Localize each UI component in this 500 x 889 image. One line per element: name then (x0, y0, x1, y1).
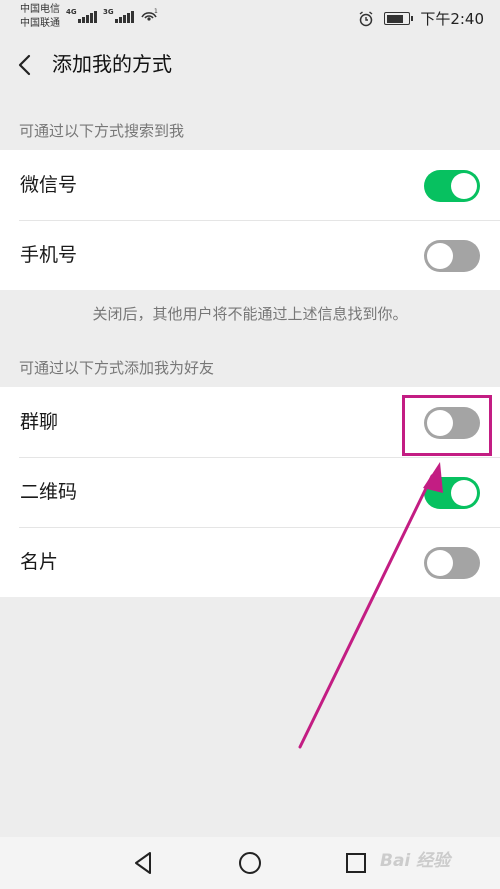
toggle-knob (427, 550, 453, 576)
phone-toggle[interactable] (424, 240, 480, 272)
highlight-box (402, 395, 492, 456)
home-circle-icon[interactable] (236, 849, 264, 877)
row-label: 微信号 (20, 174, 78, 196)
signal-group: 4G 3G 1 (66, 7, 158, 23)
toggle-knob (427, 243, 453, 269)
network-type-1: 4G (66, 8, 77, 16)
status-right: 下午2:40 (358, 8, 484, 29)
network-type-2: 3G (103, 8, 114, 16)
list-item-business-card: 名片 (0, 527, 500, 597)
wifi-badge: 1 (154, 8, 158, 15)
signal-icon: 3G (103, 8, 134, 23)
section-label-add: 可通过以下方式添加我为好友 (19, 359, 215, 377)
search-options-group: 微信号 手机号 (0, 150, 500, 290)
list-item-wechat-id: 微信号 (0, 150, 500, 220)
business-card-toggle[interactable] (424, 547, 480, 579)
carrier-1: 中国电信 (20, 4, 60, 15)
status-bar: 中国电信 中国联通 4G 3G 1 下午2:40 (0, 0, 500, 36)
carrier-2: 中国联通 (20, 18, 60, 29)
row-label: 二维码 (20, 481, 78, 503)
toggle-knob (451, 173, 477, 199)
qr-code-toggle[interactable] (424, 477, 480, 509)
toggle-knob (451, 480, 477, 506)
wechat-id-toggle[interactable] (424, 170, 480, 202)
wifi-icon: 1 (141, 8, 158, 21)
page-title: 添加我的方式 (52, 52, 172, 76)
carrier-names: 中国电信 中国联通 (20, 3, 60, 31)
watermark: Bai 经验 (380, 851, 451, 871)
chevron-left-icon[interactable] (14, 52, 36, 78)
list-item-phone: 手机号 (0, 220, 500, 290)
row-label: 手机号 (20, 244, 78, 266)
row-label: 名片 (20, 551, 59, 573)
battery-icon (384, 12, 414, 25)
search-note: 关闭后，其他用户将不能通过上述信息找到你。 (92, 305, 408, 323)
alarm-icon (359, 10, 373, 26)
back-triangle-icon[interactable] (130, 849, 158, 877)
recents-square-icon[interactable] (342, 849, 370, 877)
signal-icon: 4G (66, 8, 97, 23)
clock: 下午2:40 (420, 10, 484, 28)
title-bar: 添加我的方式 (0, 36, 500, 94)
section-label-search: 可通过以下方式搜索到我 (19, 122, 185, 140)
list-item-qr-code: 二维码 (0, 457, 500, 527)
row-label: 群聊 (20, 411, 59, 433)
